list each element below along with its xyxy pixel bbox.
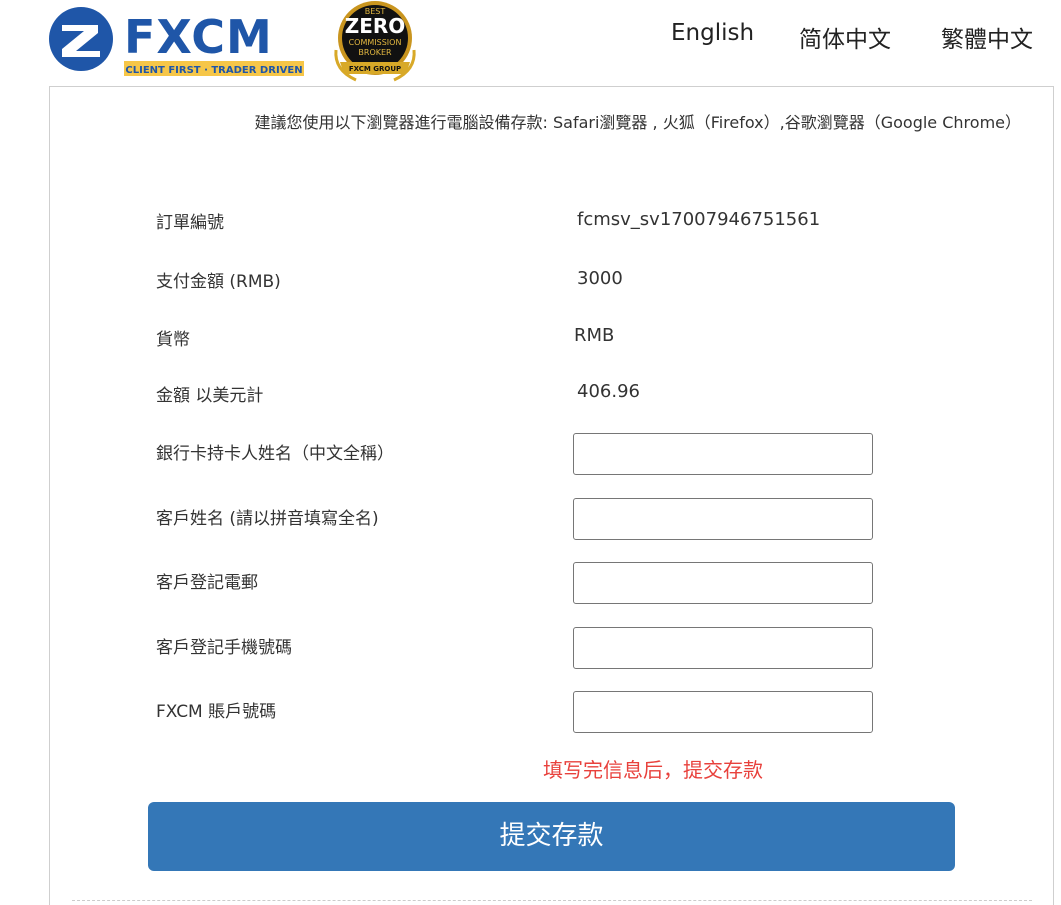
deposit-panel: 建議您使用以下瀏覽器進行電腦設備存款: Safari瀏覽器 , 火狐（Firef… [49, 86, 1054, 905]
cardholder-name-label: 銀行卡持卡人姓名（中文全稱） [156, 444, 394, 464]
currency-label: 貨幣 [156, 330, 190, 350]
customer-name-label: 客戶姓名 (請以拼音填寫全名) [156, 509, 379, 529]
fxcm-logo[interactable]: FXCM CLIENT FIRST · TRADER DRIVEN [48, 5, 308, 77]
customer-email-label: 客戶登記電郵 [156, 573, 258, 593]
svg-text:ZERO: ZERO [345, 14, 406, 38]
usd-amount-label: 金額 以美元計 [156, 386, 264, 406]
fxcm-account-input[interactable] [573, 691, 873, 733]
svg-text:FXCM GROUP: FXCM GROUP [349, 65, 401, 73]
submit-deposit-button[interactable]: 提交存款 [148, 802, 955, 871]
lang-simplified-chinese-link[interactable]: 简体中文 [799, 20, 891, 54]
lang-traditional-chinese-link[interactable]: 繁體中文 [941, 20, 1033, 54]
payment-amount-label: 支付金額 (RMB) [156, 272, 281, 292]
zero-commission-badge: BEST ZERO COMMISSION BROKER FXCM GROUP [326, 0, 424, 86]
payment-amount-value: 3000 [577, 268, 623, 289]
divider [72, 900, 1032, 901]
customer-phone-input[interactable] [573, 627, 873, 669]
customer-name-input[interactable] [573, 498, 873, 540]
usd-amount-value: 406.96 [577, 381, 640, 402]
fxcm-account-label: FXCM 賬戶號碼 [156, 702, 277, 722]
customer-email-input[interactable] [573, 562, 873, 604]
customer-phone-label: 客戶登記手機號碼 [156, 638, 292, 658]
cardholder-name-input[interactable] [573, 433, 873, 475]
lang-english-link[interactable]: English [671, 20, 754, 46]
currency-value: RMB [574, 325, 615, 346]
order-number-value: fcmsv_sv17007946751561 [577, 209, 821, 230]
order-number-label: 訂單編號 [156, 213, 224, 233]
logo-wordmark: FXCM [124, 10, 273, 64]
logo-tagline: CLIENT FIRST · TRADER DRIVEN [125, 65, 302, 76]
browser-notice: 建議您使用以下瀏覽器進行電腦設備存款: Safari瀏覽器 , 火狐（Firef… [254, 113, 1021, 132]
svg-text:BROKER: BROKER [358, 48, 392, 57]
svg-text:COMMISSION: COMMISSION [349, 38, 402, 47]
submit-hint: 填写完信息后，提交存款 [543, 758, 763, 782]
